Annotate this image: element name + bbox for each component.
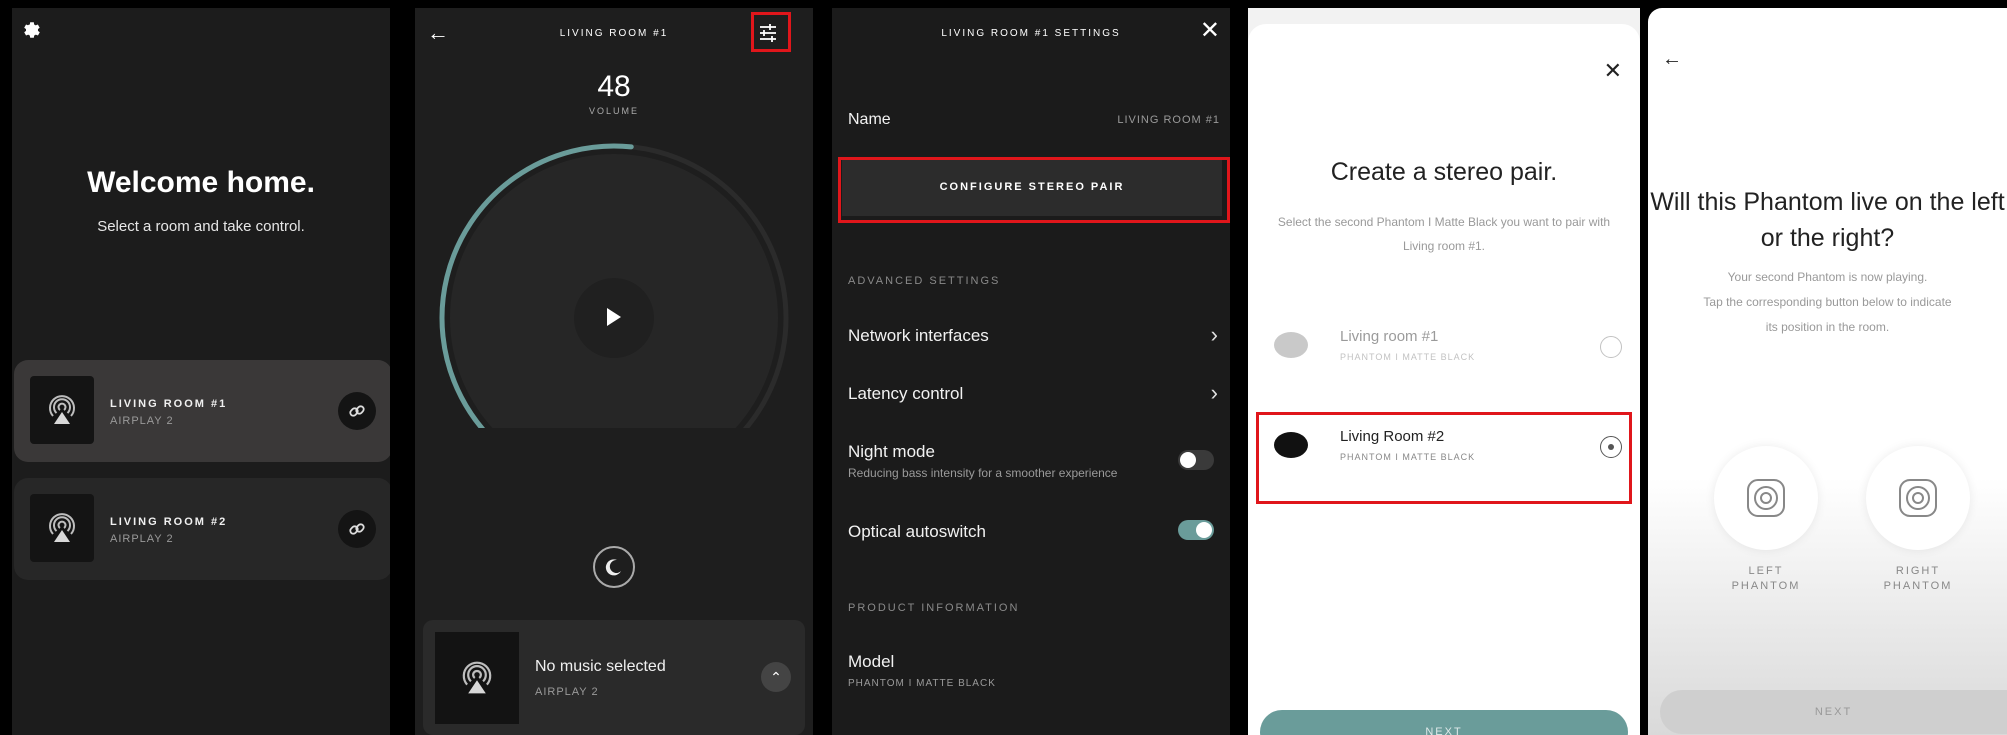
speaker-option-1[interactable]: Living room #1 PHANTOM I MATTE BLACK xyxy=(1248,316,1640,376)
room-name: LIVING ROOM #1 xyxy=(110,398,228,410)
back-arrow-icon[interactable]: ← xyxy=(1662,48,1682,71)
link-icon[interactable] xyxy=(338,510,376,548)
position-line-1: Your second Phantom is now playing. xyxy=(1727,270,1928,284)
room-source: AIRPLAY 2 xyxy=(110,533,174,545)
next-button[interactable]: NEXT xyxy=(1260,710,1628,735)
product-information-header: PRODUCT INFORMATION xyxy=(848,602,1020,614)
volume-label: VOLUME xyxy=(588,106,639,116)
advanced-settings-header: ADVANCED SETTINGS xyxy=(848,275,1001,287)
latency-control-row[interactable]: Latency control › xyxy=(832,376,1230,416)
model-label: Model xyxy=(848,652,895,671)
optical-autoswitch-label: Optical autoswitch xyxy=(848,522,986,541)
chevron-right-icon: › xyxy=(1210,322,1218,347)
speaker-model: PHANTOM I MATTE BLACK xyxy=(1340,352,1476,362)
now-playing-title: No music selected xyxy=(535,658,666,675)
airplay-icon xyxy=(30,376,94,444)
stereo-pair-title: Create a stereo pair. xyxy=(1330,158,1558,186)
optical-autoswitch-toggle[interactable] xyxy=(1178,520,1214,540)
room-player-screen: ← LIVING ROOM #1 48 VOLUME No music sele… xyxy=(415,8,813,735)
close-icon[interactable]: ✕ xyxy=(1200,16,1220,45)
right-phantom-button[interactable] xyxy=(1866,446,1970,550)
now-playing-source: AIRPLAY 2 xyxy=(535,686,599,698)
close-icon[interactable]: ✕ xyxy=(1604,58,1622,84)
left-phantom-label: LEFT PHANTOM xyxy=(1731,565,1801,592)
name-label: Name xyxy=(848,111,891,128)
airplay-icon xyxy=(30,494,94,562)
left-phantom-button[interactable] xyxy=(1714,446,1818,550)
stereo-pair-screen: ✕ Create a stereo pair. Select the secon… xyxy=(1248,8,1640,735)
night-mode-description: Reducing bass intensity for a smoother e… xyxy=(848,466,1118,480)
name-value[interactable]: LIVING ROOM #1 xyxy=(1117,114,1220,126)
gear-icon[interactable] xyxy=(20,18,44,42)
speaker-icon xyxy=(1899,479,1937,517)
speaker-position-screen: ← Will this Phantom live on the left or … xyxy=(1648,8,2007,735)
next-button-label: NEXT xyxy=(1425,726,1463,735)
moon-icon[interactable] xyxy=(593,546,635,588)
room-card-1[interactable]: LIVING ROOM #1 AIRPLAY 2 xyxy=(14,360,390,462)
room-name: LIVING ROOM #2 xyxy=(110,516,228,528)
speaker-highlight xyxy=(1256,412,1632,504)
speaker-icon xyxy=(1747,479,1785,517)
next-button-label: NEXT xyxy=(1814,706,1853,718)
radio-button[interactable] xyxy=(1600,336,1622,358)
link-icon[interactable] xyxy=(338,392,376,430)
chevron-right-icon: › xyxy=(1210,380,1218,405)
stereo-pair-description: Select the second Phantom I Matte Black … xyxy=(1277,215,1611,253)
room-source: AIRPLAY 2 xyxy=(110,415,174,427)
position-line-2: Tap the corresponding button below to in… xyxy=(1703,295,1952,309)
welcome-title: Welcome home. xyxy=(87,166,315,199)
stereo-pair-sheet: ✕ Create a stereo pair. Select the secon… xyxy=(1248,24,1640,735)
speaker-name: Living room #1 xyxy=(1340,328,1439,345)
play-icon[interactable] xyxy=(599,302,629,332)
room-card-2[interactable]: LIVING ROOM #2 AIRPLAY 2 xyxy=(14,478,390,580)
right-phantom-label: RIGHT PHANTOM xyxy=(1883,565,1953,592)
settings-title: LIVING ROOM #1 SETTINGS xyxy=(941,28,1121,39)
welcome-screen: Welcome home. Select a room and take con… xyxy=(12,8,390,735)
position-line-3: its position in the room. xyxy=(1765,320,1890,334)
network-interfaces-row[interactable]: Network interfaces › xyxy=(832,318,1230,358)
latency-control-label: Latency control xyxy=(848,384,964,403)
welcome-subtitle: Select a room and take control. xyxy=(97,218,305,235)
speaker-icon xyxy=(1274,332,1308,358)
configure-highlight xyxy=(838,157,1230,223)
now-playing-bar[interactable]: No music selected AIRPLAY 2 ⌃ xyxy=(423,620,805,735)
volume-dial[interactable] xyxy=(415,128,813,428)
network-interfaces-label: Network interfaces xyxy=(848,326,989,345)
night-mode-label: Night mode xyxy=(848,442,935,461)
next-button[interactable]: NEXT xyxy=(1660,690,2007,734)
volume-value: 48 xyxy=(597,70,631,103)
settings-highlight xyxy=(751,12,791,52)
night-mode-toggle[interactable] xyxy=(1178,450,1214,470)
chevron-up-icon[interactable]: ⌃ xyxy=(761,662,791,692)
position-title: Will this Phantom live on the left or th… xyxy=(1650,188,2005,252)
airplay-icon xyxy=(435,632,519,724)
settings-screen: LIVING ROOM #1 SETTINGS ✕ Name LIVING RO… xyxy=(832,8,1230,735)
model-value: PHANTOM I MATTE BLACK xyxy=(848,678,996,689)
